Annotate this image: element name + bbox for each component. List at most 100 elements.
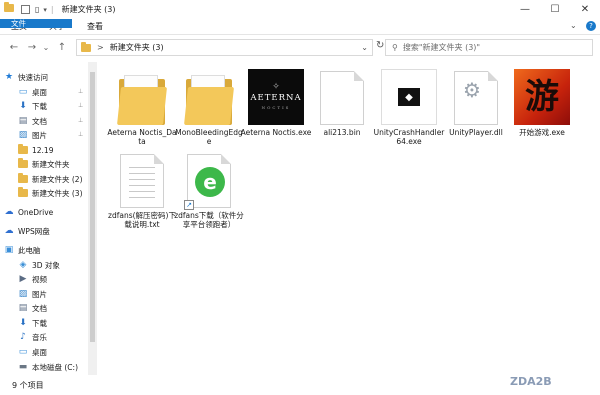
- pin-icon[interactable]: ⊥: [78, 117, 83, 124]
- properties-icon[interactable]: [21, 5, 30, 14]
- maximize-button[interactable]: ☐: [540, 0, 570, 19]
- sidebar-item[interactable]: ▭ 桌面: [18, 85, 47, 99]
- sidebar-item-label: 快速访问: [18, 72, 48, 82]
- picture-icon: ▨: [18, 289, 28, 299]
- ribbon-tabs: 文件 主页 共享 查看 ⌄ ?: [0, 19, 600, 35]
- status-bar: 9 个项目 ZDA2B: [0, 375, 600, 395]
- sidebar-item[interactable]: ▭ 桌面: [18, 345, 47, 359]
- file-name: ali213.bin: [323, 128, 361, 137]
- sidebar-item-label: 下载: [32, 318, 47, 328]
- sidebar-item[interactable]: ▬ 本地磁盘 (C:): [18, 360, 78, 374]
- drive-icon: ▬: [18, 362, 28, 372]
- file-item[interactable]: ✧ AETERNA NOCTIS Aeterna Noctis.exe: [240, 67, 312, 137]
- sidebar-item[interactable]: ▨ 图片: [18, 128, 47, 142]
- sidebar-item-label: 下载: [32, 101, 47, 111]
- watermark: ZDA2B: [510, 375, 552, 388]
- address-bar[interactable]: > 新建文件夹 (3) ⌄: [76, 39, 373, 56]
- sidebar-item[interactable]: ⬇ 下载: [18, 99, 47, 113]
- file-item[interactable]: MonoBleedingEdge: [173, 67, 245, 146]
- title-bar: ▯ ▾ | 新建文件夹 (3) — ☐ ✕: [0, 0, 600, 19]
- ribbon-expand-icon[interactable]: ⌄: [570, 21, 577, 30]
- pin-icon[interactable]: ⊥: [78, 102, 83, 109]
- file-item[interactable]: zdfans(解压密码)下载说明.txt: [106, 150, 178, 229]
- game-logo-icon: 游: [514, 69, 570, 125]
- browser-shortcut-icon: e ↗: [184, 154, 231, 210]
- sidebar-item[interactable]: ⬇ 下载: [18, 316, 47, 330]
- item-count: 9 个项目: [12, 380, 44, 390]
- video-icon: ▶: [19, 274, 27, 284]
- file-item[interactable]: 游开始游戏.exe: [506, 67, 578, 137]
- sidebar-item-label: 音乐: [32, 332, 47, 342]
- address-dropdown-icon[interactable]: ⌄: [361, 43, 368, 52]
- file-name: Aeterna Noctis_Data: [107, 128, 177, 146]
- sidebar-item[interactable]: ◈ 3D 对象: [18, 258, 60, 272]
- sidebar-item[interactable]: 新建文件夹: [18, 157, 70, 171]
- pin-icon[interactable]: ⊥: [78, 88, 83, 95]
- settings-file-icon: ⚙: [454, 71, 498, 125]
- navigation-pane: ★ 快速访问 ▭ 桌面 ⊥ ⬇ 下载 ⊥ ▤ 文档 ⊥ ▨ 图片 ⊥ 12.19 新建文件夹 新建文件夹 (2)…: [0, 62, 97, 375]
- text-file-icon: [120, 154, 164, 208]
- app-logo-icon: ✧ AETERNA NOCTIS: [248, 69, 304, 125]
- cloud-icon: ☁: [4, 226, 14, 236]
- sidebar-item-label: 文档: [32, 116, 47, 126]
- breadcrumb-current[interactable]: 新建文件夹 (3): [110, 42, 164, 53]
- folder-icon: [18, 187, 28, 198]
- sidebar-item[interactable]: ★ 快速访问: [4, 70, 48, 84]
- minimize-button[interactable]: —: [510, 0, 540, 19]
- nav-scrollbar-thumb[interactable]: [90, 72, 95, 342]
- sidebar-item[interactable]: ▤ 文档: [18, 301, 47, 315]
- file-icon: [320, 71, 364, 125]
- file-item[interactable]: ◆ UnityCrashHandler64.exe: [373, 67, 445, 146]
- sidebar-item[interactable]: 新建文件夹 (2): [18, 172, 83, 186]
- sidebar-item-label: OneDrive: [18, 207, 54, 217]
- picture-icon: ▨: [18, 130, 28, 140]
- sidebar-item-label: 图片: [32, 130, 47, 140]
- sidebar-item[interactable]: ▶ 视频: [18, 272, 47, 286]
- sidebar-item-label: 桌面: [32, 347, 47, 357]
- sidebar-item[interactable]: 12.19: [18, 143, 53, 157]
- qat-dropdown-icon[interactable]: ▾: [43, 6, 47, 14]
- file-item[interactable]: e ↗ zdfans下载（软件分享平台领跑者）: [173, 150, 245, 229]
- file-item[interactable]: ali213.bin: [306, 67, 378, 137]
- star-icon: ★: [4, 72, 14, 82]
- desktop-icon: ▭: [18, 87, 28, 97]
- breadcrumb-separator: >: [97, 43, 104, 52]
- sidebar-item[interactable]: ▨ 图片: [18, 287, 47, 301]
- sidebar-item[interactable]: 新建文件夹 (3): [18, 186, 83, 200]
- file-name: Aeterna Noctis.exe: [240, 128, 312, 137]
- sidebar-item[interactable]: ☁ OneDrive: [4, 205, 54, 219]
- sidebar-item-label: 3D 对象: [32, 260, 60, 270]
- file-name: UnityCrashHandler64.exe: [373, 128, 445, 146]
- sidebar-item-label: 桌面: [32, 87, 47, 97]
- sidebar-item[interactable]: ☁ WPS网盘: [4, 224, 50, 238]
- folder-icon: [18, 173, 28, 184]
- folder-icon: [18, 158, 28, 169]
- help-icon[interactable]: ?: [586, 21, 596, 31]
- back-button[interactable]: ←: [8, 42, 20, 53]
- forward-button[interactable]: →: [26, 42, 38, 53]
- close-button[interactable]: ✕: [570, 0, 600, 19]
- sidebar-item[interactable]: ♪ 音乐: [18, 330, 47, 344]
- tab-view[interactable]: 查看: [76, 19, 114, 34]
- file-item[interactable]: ⚙ UnityPlayer.dll: [440, 67, 512, 137]
- computer-icon: ▣: [4, 245, 14, 255]
- file-name: zdfans下载（软件分享平台领跑者）: [174, 211, 244, 229]
- folder-icon: [18, 144, 28, 155]
- sidebar-item-label: 文档: [32, 303, 47, 313]
- file-item[interactable]: Aeterna Noctis_Data: [106, 67, 178, 146]
- recent-locations-button[interactable]: ⌄: [40, 43, 52, 52]
- sidebar-item-label: WPS网盘: [18, 226, 50, 236]
- sidebar-item[interactable]: ▤ 文档: [18, 114, 47, 128]
- pin-icon[interactable]: ⊥: [78, 131, 83, 138]
- search-input[interactable]: ⚲ 搜索"新建文件夹 (3)": [385, 39, 593, 56]
- tab-file[interactable]: 文件: [0, 19, 72, 28]
- refresh-button[interactable]: ↻: [376, 40, 384, 51]
- window-title: 新建文件夹 (3): [61, 5, 116, 14]
- file-list: Aeterna Noctis_Data MonoBleedingEdge ✧ AETE…: [97, 62, 600, 375]
- sidebar-item-label: 此电脑: [18, 245, 41, 255]
- new-folder-icon[interactable]: ▯: [35, 5, 39, 14]
- file-name: MonoBleedingEdge: [175, 128, 243, 146]
- up-button[interactable]: ↑: [56, 42, 68, 53]
- sidebar-item[interactable]: ▣ 此电脑: [4, 243, 41, 257]
- desktop-icon: ▭: [18, 347, 28, 357]
